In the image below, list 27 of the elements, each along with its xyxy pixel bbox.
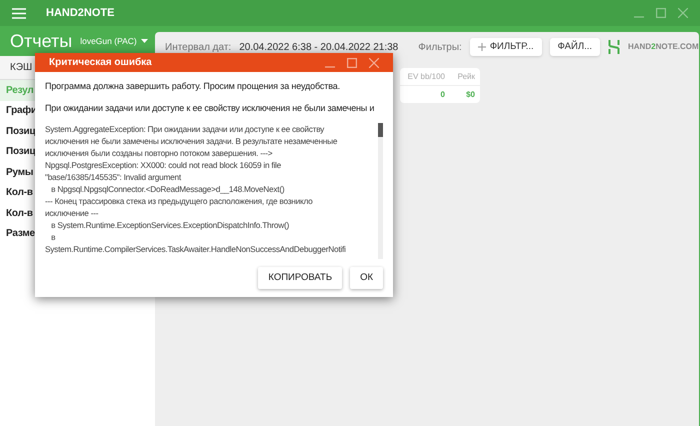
close-icon[interactable]: [678, 8, 688, 18]
error-detail: При ожидании задачи или доступе к ее свойству исключения не были замечены и: [45, 102, 374, 115]
copy-button[interactable]: КОПИРОВАТЬ: [258, 267, 342, 289]
table-cell-text: 0: [440, 88, 445, 100]
interval-label: Интервал дат:: [165, 40, 232, 54]
brand-logo-text: HAND2NOTE.COM: [628, 41, 699, 53]
column-header: Рейк: [456, 70, 475, 82]
menu-icon[interactable]: [12, 8, 26, 18]
ok-button[interactable]: ОК: [350, 267, 383, 289]
logo-icon: [608, 40, 620, 54]
caret-icon: [140, 39, 148, 43]
error-message: Программа должна завершить работу. Просим прощения за неудобства.: [45, 80, 340, 93]
close-icon[interactable]: [369, 58, 379, 68]
app-title: HAND2NOTE: [46, 6, 114, 21]
add-filter-button[interactable]: ФИЛЬТР...: [470, 38, 542, 56]
table-cell-text: $0: [465, 88, 475, 100]
scrollbar[interactable]: [378, 123, 383, 259]
maximize-icon[interactable]: [347, 58, 357, 68]
column-header: EV bb/100: [406, 70, 445, 82]
stack-trace-text: System.AggregateException: При ожидании задачи или доступе к ее свойству исключения не были замечены исключения задачи. В результате незамеченные исключения были созданы повторно потоком завершения. ---> Npgsql.PostgresException: XX000: could not read block 16059 in file "base/16385/145535": Invalid argument в Npgsql.NpgsqlConnector.<DoReadMessage>d__148.MoveNext() --- Конец трассировка стека из предыдущего расположения, где возникло исключение --- в System.Runtime.ExceptionServices.ExceptionDispatchInfo.Throw() в System.Runtime.CompilerServices.TaskAwaiter.HandleNonSuccessAndDebuggerNotifi: [45, 123, 347, 256]
file-button[interactable]: ФАЙЛ...: [550, 38, 600, 56]
page-title: Отчеты: [10, 32, 72, 50]
dialog-title: Критическая ошибка: [49, 56, 152, 70]
plus-icon: [478, 43, 486, 51]
filters-label: Фильтры:: [418, 40, 462, 54]
interval-dropdown[interactable]: 20.04.2022 6:38 - 20.04.2022 21:38: [239, 40, 398, 54]
maximize-icon[interactable]: [656, 8, 666, 18]
